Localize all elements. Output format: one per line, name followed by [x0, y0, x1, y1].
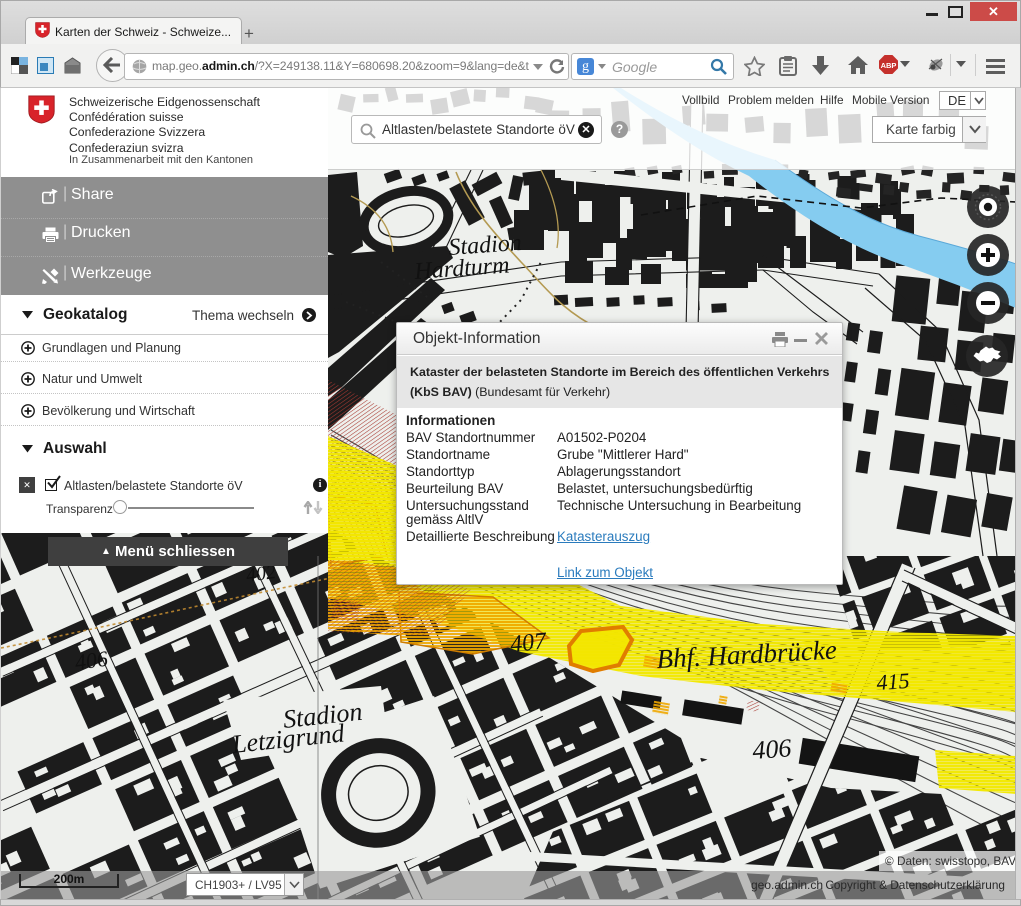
svg-text:406: 406	[751, 733, 792, 765]
svg-text:415: 415	[876, 668, 911, 695]
svg-text:407: 407	[509, 628, 549, 658]
svg-text:ABP: ABP	[881, 61, 897, 70]
svg-text:406: 406	[73, 646, 109, 675]
